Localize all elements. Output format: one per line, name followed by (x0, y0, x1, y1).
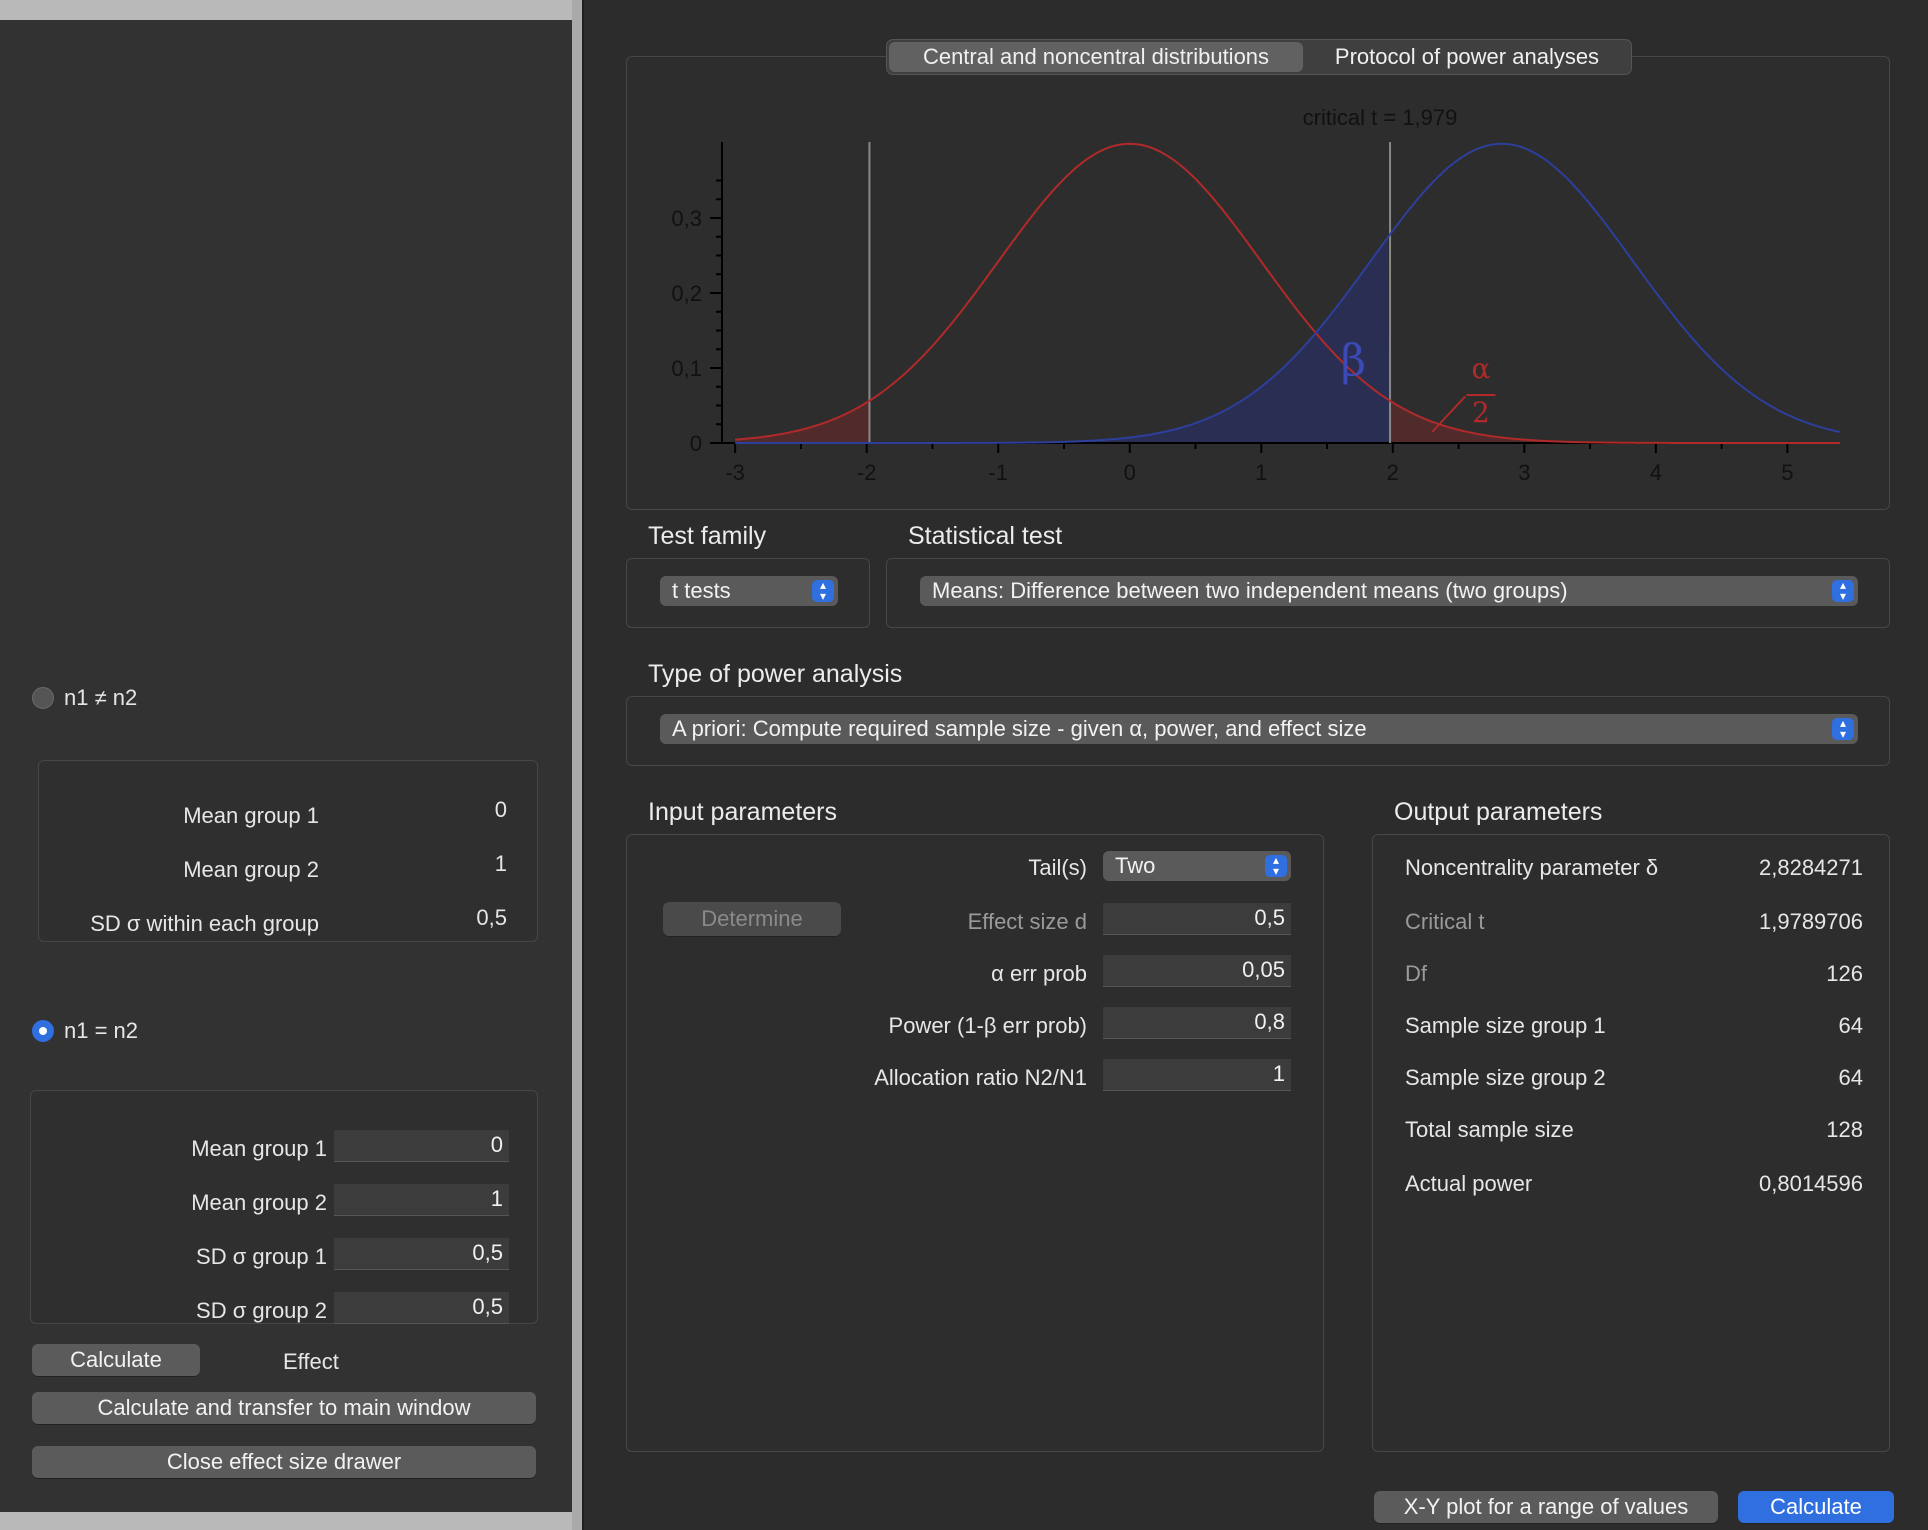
x-tick-label: 4 (1650, 460, 1662, 485)
main-calculate-button[interactable]: Calculate (1738, 1491, 1894, 1523)
chevron-updown-icon: ▴ ▾ (812, 579, 834, 602)
power-field[interactable]: 0,8 (1103, 1007, 1291, 1039)
close-drawer-button[interactable]: Close effect size drawer (32, 1446, 536, 1478)
x-tick-label: 3 (1518, 460, 1530, 485)
actual-power-label: Actual power (1405, 1171, 1533, 1196)
equal-sd-group-1-label: SD σ group 1 (196, 1244, 327, 1269)
statistical-test-title: Statistical test (908, 522, 1063, 550)
unequal-mean-group-1-label: Mean group 1 (183, 803, 319, 828)
effect-size-label: Effect size d (967, 909, 1087, 934)
input-parameters-title: Input parameters (648, 798, 837, 826)
total-sample-size-value: 128 (1826, 1117, 1863, 1142)
chevron-updown-icon: ▴ ▾ (1265, 854, 1287, 877)
equal-sd-group-2-field[interactable]: 0,5 (334, 1292, 509, 1324)
test-family-title: Test family (648, 522, 767, 550)
chevron-updown-icon: ▴ ▾ (1832, 717, 1854, 740)
y-tick-label: 0,1 (671, 356, 702, 381)
equal-sd-group-2-label: SD σ group 2 (196, 1298, 327, 1323)
df-label: Df (1405, 961, 1427, 986)
y-tick-label: 0 (690, 431, 702, 456)
x-tick-label: -3 (725, 460, 745, 485)
x-tick-label: 0 (1124, 460, 1136, 485)
statistical-test-value: Means: Difference between two independen… (932, 578, 1568, 603)
sample-size-1-value: 64 (1838, 1013, 1863, 1038)
unequal-mean-group-1-value: 0 (494, 797, 507, 822)
sample-size-2-value: 64 (1838, 1065, 1863, 1090)
actual-power-value: 0,8014596 (1759, 1171, 1863, 1196)
power-label: Power (1-β err prob) (888, 1013, 1087, 1038)
statistical-test-select[interactable]: Means: Difference between two independen… (920, 576, 1858, 606)
noncentrality-value: 2,8284271 (1759, 855, 1863, 880)
chevron-updown-icon: ▴ ▾ (1832, 579, 1854, 602)
alpha-left-area (735, 400, 870, 443)
drawer-calculate-button[interactable]: Calculate (32, 1344, 200, 1376)
y-tick-label: 0,2 (671, 281, 702, 306)
x-tick-label: 5 (1781, 460, 1793, 485)
critical-t-label: critical t = 1,979 (1303, 105, 1458, 130)
equal-mean-group-1-label: Mean group 1 (191, 1136, 327, 1161)
unequal-n-group: Mean group 1 0 Mean group 2 1 SD σ withi… (38, 760, 538, 942)
alpha-field[interactable]: 0,05 (1103, 955, 1291, 987)
power-analysis-value: A priori: Compute required sample size -… (672, 716, 1367, 741)
x-tick-label: 1 (1255, 460, 1267, 485)
alpha-label: α (1471, 352, 1490, 385)
noncentrality-label: Noncentrality parameter δ (1405, 855, 1659, 880)
tails-label: Tail(s) (1028, 855, 1087, 880)
effect-size-drawer: n1 ≠ n2 Mean group 1 0 Mean group 2 1 SD… (0, 20, 572, 1512)
critical-t-out-value: 1,9789706 (1759, 909, 1863, 934)
x-tick-label: 2 (1387, 460, 1399, 485)
beta-label: β (1341, 336, 1366, 387)
distribution-chart: critical t = 1,979 -3 -2 -1 0 1 2 3 4 5 0 0,1 0,2 0,… (671, 105, 1841, 485)
window-edge (582, 0, 584, 1530)
unequal-sd-value: 0,5 (476, 905, 507, 930)
equal-mean-group-2-label: Mean group 2 (191, 1190, 327, 1215)
radio-equal-n-label[interactable]: n1 = n2 (64, 1018, 138, 1044)
radio-equal-n[interactable] (32, 1020, 54, 1042)
power-analysis-select[interactable]: A priori: Compute required sample size -… (660, 714, 1858, 744)
radio-unequal-n-label[interactable]: n1 ≠ n2 (64, 685, 137, 711)
equal-mean-group-1-field[interactable]: 0 (334, 1130, 509, 1162)
alpha-label: α err prob (991, 961, 1087, 986)
effect-size-field[interactable]: 0,5 (1103, 903, 1291, 935)
calculate-transfer-button[interactable]: Calculate and transfer to main window (32, 1392, 536, 1424)
input-parameters-panel: Tail(s) Two ▴ ▾ Determine Effect size d 0… (626, 834, 1324, 1452)
effect-label: Effect (283, 1349, 339, 1374)
equal-sd-group-1-field[interactable]: 0,5 (334, 1238, 509, 1270)
df-value: 126 (1826, 961, 1863, 986)
equal-mean-group-2-field[interactable]: 1 (334, 1184, 509, 1216)
equal-n-group: Mean group 1 0 Mean group 2 1 SD σ group… (30, 1090, 538, 1324)
sample-size-1-label: Sample size group 1 (1405, 1013, 1606, 1038)
xy-plot-button[interactable]: X-Y plot for a range of values (1374, 1491, 1718, 1523)
output-parameters-title: Output parameters (1394, 798, 1603, 826)
total-sample-size-label: Total sample size (1405, 1117, 1574, 1142)
critical-t-out-label: Critical t (1405, 909, 1485, 934)
determine-button[interactable]: Determine (663, 902, 841, 936)
y-tick-label: 0,3 (671, 206, 702, 231)
x-tick-label: -2 (857, 460, 877, 485)
tails-value: Two (1115, 853, 1156, 878)
drawer-divider[interactable] (572, 0, 582, 1530)
beta-area (735, 237, 1391, 443)
power-analysis-title: Type of power analysis (648, 660, 903, 688)
tails-select[interactable]: Two ▴ ▾ (1103, 851, 1291, 881)
output-parameters-panel: Noncentrality parameter δ 2,8284271 Crit… (1372, 834, 1890, 1452)
x-tick-label: -1 (988, 460, 1008, 485)
alpha-denominator: 2 (1472, 396, 1490, 429)
unequal-mean-group-2-value: 1 (494, 851, 507, 876)
test-family-value: t tests (672, 578, 731, 603)
unequal-mean-group-2-label: Mean group 2 (183, 857, 319, 882)
allocation-ratio-field[interactable]: 1 (1103, 1059, 1291, 1091)
unequal-sd-label: SD σ within each group (90, 911, 319, 936)
radio-unequal-n[interactable] (32, 687, 54, 709)
allocation-ratio-label: Allocation ratio N2/N1 (874, 1065, 1087, 1090)
sample-size-2-label: Sample size group 2 (1405, 1065, 1606, 1090)
test-family-select[interactable]: t tests ▴ ▾ (660, 576, 838, 606)
